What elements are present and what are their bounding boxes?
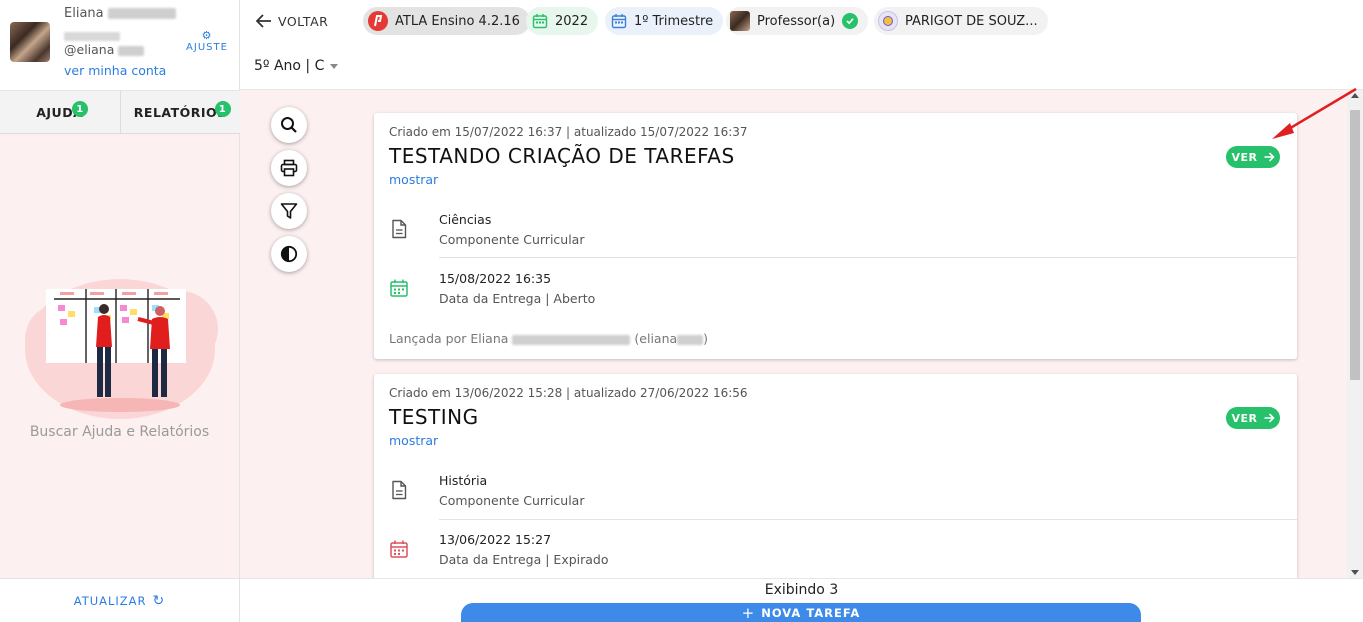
sidebar-tabs: AJUDA 1 RELATÓRIOS 1	[0, 90, 240, 134]
calendar-icon	[390, 540, 408, 558]
bottom-bar: Exibindo 3 + NOVA TAREFA	[240, 578, 1363, 622]
tab-reports[interactable]: RELATÓRIOS 1	[119, 91, 241, 133]
filter-button[interactable]	[271, 193, 307, 229]
school-crest-icon	[878, 11, 898, 31]
account-link[interactable]: ver minha conta	[64, 63, 166, 78]
user-handle: @eliana	[64, 42, 145, 57]
task-due-date: 15/08/2022 16:35	[439, 271, 552, 286]
task-card: Criado em 13/06/2022 15:28 | atualizado …	[374, 374, 1297, 578]
task-list-area: Criado em 15/07/2022 16:37 | atualizado …	[240, 90, 1347, 578]
document-icon	[392, 480, 407, 500]
view-task-button[interactable]: VER	[1226, 407, 1280, 429]
show-details-link[interactable]: mostrar	[389, 172, 438, 187]
task-meta: Criado em 15/07/2022 16:37 | atualizado …	[389, 125, 748, 139]
top-bar: VOLTAR ATLA Ensino 4.2.16 2022 1º Trimes…	[240, 0, 1363, 90]
new-task-button[interactable]: + NOVA TAREFA	[461, 603, 1141, 622]
help-badge: 1	[72, 101, 88, 117]
task-subject: História	[439, 473, 488, 488]
task-meta: Criado em 13/06/2022 15:28 | atualizado …	[389, 386, 748, 400]
task-subject-caption: Componente Curricular	[439, 493, 585, 508]
app-version-chip[interactable]: ATLA Ensino 4.2.16	[363, 7, 530, 35]
refresh-icon: ↻	[152, 592, 166, 609]
contrast-icon	[280, 245, 298, 263]
avatar[interactable]	[10, 22, 50, 62]
task-author: Lançada por Eliana (eliana)	[389, 331, 709, 346]
task-card: Criado em 15/07/2022 16:37 | atualizado …	[374, 113, 1297, 359]
reports-badge: 1	[214, 101, 231, 117]
search-icon	[281, 117, 297, 133]
scroll-thumb[interactable]	[1350, 110, 1360, 380]
year-chip[interactable]: 2022	[526, 7, 599, 35]
arrow-right-icon	[1264, 152, 1275, 162]
divider	[439, 257, 1297, 258]
calendar-icon	[390, 279, 408, 297]
scroll-down-arrow-icon[interactable]	[1351, 570, 1359, 575]
task-title: TESTANDO CRIAÇÃO DE TAREFAS	[389, 144, 735, 168]
help-caption: Buscar Ajuda e Relatórios	[29, 424, 210, 440]
document-icon	[392, 219, 407, 239]
divider	[439, 519, 1297, 520]
task-subject-caption: Componente Curricular	[439, 232, 585, 247]
view-task-button[interactable]: VER	[1226, 146, 1280, 168]
annotation-arrow-icon	[1272, 87, 1357, 139]
school-chip[interactable]: PARIGOT DE SOUZ...	[874, 7, 1048, 35]
plus-icon: +	[741, 604, 756, 622]
user-panel: Eliana @eliana ver minha conta ⚙ AJUSTE	[0, 0, 240, 90]
help-panel: Buscar Ajuda e Relatórios	[0, 134, 239, 578]
result-count: Exibindo 3	[764, 582, 839, 598]
task-due-status: Data da Entrega | Aberto	[439, 291, 596, 306]
task-due-date: 13/06/2022 15:27	[439, 532, 552, 547]
settings-button[interactable]: ⚙ AJUSTE	[183, 29, 231, 54]
redacted-author-name	[512, 334, 631, 345]
task-subject: Ciências	[439, 212, 492, 227]
kanban-illustration	[25, 279, 218, 419]
redacted-surname	[107, 8, 176, 19]
check-circle-icon	[842, 13, 859, 29]
filter-icon	[280, 203, 298, 219]
calendar-icon	[611, 14, 627, 29]
print-icon	[280, 159, 298, 177]
user-avatar-icon	[730, 11, 750, 31]
show-details-link[interactable]: mostrar	[389, 433, 438, 448]
back-button[interactable]: VOLTAR	[256, 10, 328, 32]
task-due-status: Data da Entrega | Expirado	[439, 552, 609, 567]
refresh-button[interactable]: ATUALIZAR ↻	[0, 578, 239, 622]
main-scrollbar[interactable]	[1347, 90, 1363, 578]
term-chip[interactable]: 1º Trimestre	[605, 7, 724, 35]
arrow-right-icon	[1264, 413, 1275, 423]
contrast-button[interactable]	[271, 236, 307, 272]
user-name: Eliana	[64, 6, 176, 21]
task-title: TESTING	[389, 405, 479, 429]
arrow-left-icon	[256, 14, 271, 28]
sidebar: Eliana @eliana ver minha conta ⚙ AJUSTE …	[0, 0, 240, 622]
role-chip[interactable]: Professor(a)	[726, 7, 869, 35]
gear-icon: ⚙	[201, 29, 213, 42]
chevron-down-icon	[330, 63, 339, 69]
calendar-icon	[532, 14, 548, 29]
atla-logo-icon	[368, 11, 388, 31]
tab-help[interactable]: AJUDA 1	[0, 91, 120, 133]
search-button[interactable]	[271, 107, 307, 143]
class-select[interactable]: 5º Ano | C	[254, 58, 339, 74]
print-button[interactable]	[271, 150, 307, 186]
